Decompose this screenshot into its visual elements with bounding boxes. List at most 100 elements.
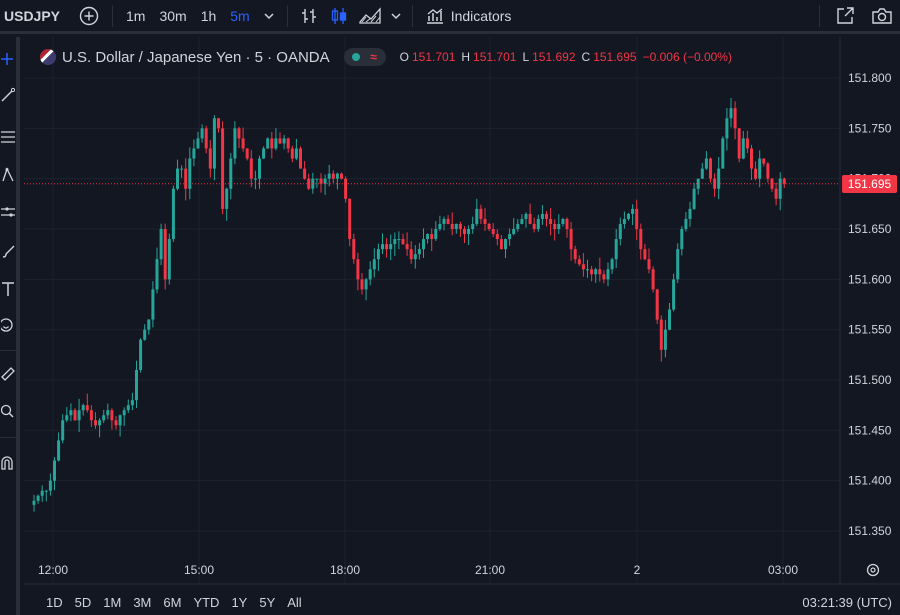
candle-body — [577, 259, 581, 265]
emoji-tool-button[interactable] — [0, 315, 16, 335]
compare-symbol-button[interactable] — [72, 0, 106, 33]
candle-body — [204, 128, 208, 149]
timeframe-dropdown-button[interactable] — [257, 0, 281, 33]
text-tool-button[interactable] — [0, 279, 16, 299]
candle-body — [520, 218, 524, 224]
current-price-label: 151.695 — [842, 175, 897, 193]
range-3m[interactable]: 3M — [127, 595, 157, 610]
chevron-down-icon — [391, 12, 401, 19]
candle-body — [397, 239, 401, 241]
snapshot-button[interactable] — [864, 0, 900, 33]
price-tick-label: 151.400 — [848, 474, 892, 488]
candle-body — [139, 339, 143, 370]
candle-body — [413, 254, 417, 260]
timeframe-1h[interactable]: 1h — [194, 0, 224, 33]
market-status-badge[interactable]: ≈ — [343, 48, 386, 66]
range-6m[interactable]: 6M — [157, 595, 187, 610]
range-5y[interactable]: 5Y — [253, 595, 281, 610]
candle-body — [631, 208, 635, 214]
symbol-title[interactable]: U.S. Dollar / Japanese Yen · 5 · OANDA — [62, 49, 330, 66]
candle-body — [221, 128, 225, 209]
candle-body — [32, 500, 36, 505]
candle-body — [135, 369, 138, 401]
time-tick-label: 03:00 — [768, 563, 798, 577]
candles-chart-type-button[interactable] — [324, 0, 354, 33]
price-tick-label: 151.550 — [848, 323, 892, 337]
candle-body — [524, 213, 528, 219]
timeframe-5m[interactable]: 5m — [223, 0, 256, 33]
candlestick-chart[interactable]: 151.800151.750151.700151.650151.600151.5… — [24, 37, 900, 615]
candle-body — [426, 234, 430, 240]
prediction-tool-button[interactable] — [0, 203, 16, 223]
high-label: H — [461, 50, 471, 64]
candle-body — [352, 239, 356, 260]
symbol-search-button[interactable]: USDJPY — [0, 8, 72, 24]
magnet-tool-button[interactable] — [0, 453, 16, 473]
range-ytd[interactable]: YTD — [187, 595, 225, 610]
zoom-tool-button[interactable] — [0, 401, 16, 421]
candle-body — [48, 480, 52, 491]
candle-body — [442, 218, 446, 224]
fullscreen-button[interactable] — [826, 0, 864, 33]
candle-body — [335, 173, 339, 179]
candle-body — [668, 309, 671, 330]
candle-body — [233, 128, 237, 159]
chart-pane[interactable]: 151.800151.750151.700151.650151.600151.5… — [24, 37, 900, 615]
forecast-icon — [1, 207, 15, 217]
candle-body — [167, 239, 171, 280]
candle-body — [483, 218, 487, 224]
candle-body — [467, 229, 471, 235]
fib-tool-button[interactable] — [0, 127, 16, 147]
toolbar-divider — [286, 4, 288, 27]
range-1y[interactable]: 1Y — [225, 595, 253, 610]
candle-body — [151, 289, 155, 320]
candle-body — [270, 138, 274, 149]
close-value: 151.695 — [593, 50, 637, 64]
low-value: 151.692 — [532, 50, 576, 64]
timeframe-1m[interactable]: 1m — [119, 0, 152, 33]
candle-body — [217, 118, 220, 129]
timeframe-30m[interactable]: 30m — [152, 0, 193, 33]
candle-body — [180, 168, 184, 170]
chart-settings-button[interactable] — [866, 563, 880, 577]
pattern-tool-button[interactable] — [0, 165, 16, 185]
candle-body — [237, 128, 241, 139]
trend-line-tool-button[interactable] — [0, 85, 16, 105]
area-chart-type-button[interactable] — [354, 0, 386, 33]
candle-body — [69, 410, 73, 416]
high-value: 151.701 — [473, 50, 517, 64]
candle-body — [454, 223, 458, 229]
candle-body — [733, 108, 737, 129]
candle-body — [290, 148, 294, 159]
candle-body — [188, 158, 192, 189]
range-all[interactable]: All — [281, 595, 307, 610]
indicators-icon — [426, 7, 443, 24]
plus-circle-icon — [79, 6, 99, 25]
candle-body — [438, 223, 442, 229]
candle-body — [94, 420, 97, 426]
price-axis[interactable]: 151.800151.750151.700151.650151.600151.5… — [848, 71, 892, 538]
expand-icon — [837, 6, 854, 24]
range-5d[interactable]: 5D — [69, 595, 98, 610]
candle-body — [61, 420, 65, 441]
candle-body — [676, 249, 680, 280]
brush-tool-button[interactable] — [0, 241, 16, 261]
candle-body — [532, 223, 536, 229]
indicators-button[interactable]: Indicators — [419, 0, 518, 33]
range-1d[interactable]: 1D — [24, 595, 69, 610]
crosshair-tool-button[interactable] — [0, 49, 16, 69]
bar-chart-type-button[interactable] — [294, 0, 324, 33]
candle-body — [229, 158, 233, 189]
ohlc-values: O 151.701 H 151.701 L 151.692 C 151.695 −0.0… — [400, 50, 735, 64]
time-axis[interactable]: 12:00 15:00 18:00 21:00 2 03:00 — [38, 563, 798, 577]
measure-tool-button[interactable] — [0, 363, 16, 383]
utc-clock[interactable]: 03:21:39 (UTC) — [802, 595, 892, 610]
chart-type-dropdown-button[interactable] — [386, 0, 406, 33]
range-1m[interactable]: 1M — [97, 595, 127, 610]
candle-body — [245, 148, 249, 159]
candle-body — [553, 223, 557, 229]
candle-body — [274, 138, 278, 149]
candle-body — [717, 168, 721, 189]
candle-body — [258, 158, 261, 179]
candle-body — [331, 173, 335, 179]
